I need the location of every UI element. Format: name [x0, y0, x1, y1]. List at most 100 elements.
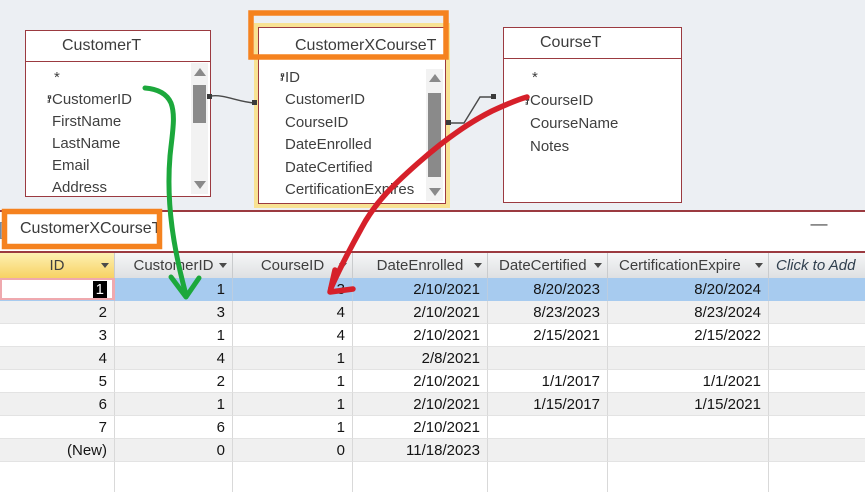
- cell-certification_expires[interactable]: [608, 347, 769, 370]
- cell-id[interactable]: 5: [0, 370, 115, 393]
- click-to-add-cell[interactable]: [769, 416, 865, 439]
- click-to-add-cell[interactable]: [769, 347, 865, 370]
- cell-date_certified[interactable]: 8/20/2023: [488, 278, 608, 301]
- scroll-down-icon[interactable]: [429, 188, 441, 196]
- field-row[interactable]: LastName: [26, 132, 210, 154]
- cell-date_certified[interactable]: 8/23/2023: [488, 301, 608, 324]
- field-row[interactable]: FirstName: [26, 110, 210, 132]
- click-to-add-cell[interactable]: [769, 278, 865, 301]
- cell-id[interactable]: 6: [0, 393, 115, 416]
- scrollbar-thumb[interactable]: [428, 93, 441, 177]
- cell-course_id[interactable]: 1: [233, 416, 353, 439]
- table-row[interactable]: 2 3 4 2/10/2021 8/23/2023 8/23/2024: [0, 301, 865, 324]
- table-row[interactable]: 4 4 1 2/8/2021: [0, 347, 865, 370]
- cell-course_id[interactable]: 0: [233, 439, 353, 462]
- cell-certification_expires[interactable]: [608, 439, 769, 462]
- table-row[interactable]: 1 1 3 2/10/2021 8/20/2023 8/20/2024: [0, 278, 865, 301]
- table-box-CustomerXCourseT[interactable]: CustomerXCourseT ID CustomerID CourseID Date…: [258, 27, 446, 204]
- table-row[interactable]: 5 2 1 2/10/2021 1/1/2017 1/1/2021: [0, 370, 865, 393]
- cell-customer_id[interactable]: 1: [115, 278, 233, 301]
- cell-course_id[interactable]: 1: [233, 393, 353, 416]
- scroll-down-icon[interactable]: [194, 181, 206, 189]
- field-row[interactable]: Notes: [504, 135, 681, 158]
- cell-customer_id[interactable]: 2: [115, 370, 233, 393]
- field-row[interactable]: CertificationExpires: [259, 179, 445, 202]
- cell-date_enrolled[interactable]: 2/10/2021: [353, 278, 488, 301]
- minimize-icon[interactable]: —: [806, 214, 832, 234]
- cell-certification_expires[interactable]: [608, 416, 769, 439]
- column-header-CertificationExpire[interactable]: CertificationExpire: [608, 253, 769, 278]
- table-box-CourseT[interactable]: CourseT * CourseID CourseName Notes: [503, 27, 682, 203]
- cell-customer_id[interactable]: 4: [115, 347, 233, 370]
- table-box-title[interactable]: CustomerXCourseT: [259, 28, 445, 64]
- cell-date_enrolled[interactable]: 11/18/2023: [353, 439, 488, 462]
- column-dropdown-icon[interactable]: [101, 263, 109, 268]
- field-row[interactable]: CourseName: [504, 112, 681, 135]
- click-to-add-cell[interactable]: [769, 324, 865, 347]
- scroll-up-icon[interactable]: [194, 68, 206, 76]
- new-record-row[interactable]: (New) 0 0 11/18/2023: [0, 439, 865, 462]
- cell-course_id[interactable]: 3: [233, 278, 353, 301]
- cell-date_certified[interactable]: 1/1/2017: [488, 370, 608, 393]
- column-header-DateCertified[interactable]: DateCertified: [488, 253, 608, 278]
- cell-course_id[interactable]: 4: [233, 301, 353, 324]
- table-row[interactable]: 6 1 1 2/10/2021 1/15/2017 1/15/2021: [0, 393, 865, 416]
- cell-id[interactable]: 7: [0, 416, 115, 439]
- field-row[interactable]: *: [504, 66, 681, 89]
- cell-date_certified[interactable]: [488, 416, 608, 439]
- relationship-line-customert[interactable]: [210, 94, 256, 104]
- cell-customer_id[interactable]: 3: [115, 301, 233, 324]
- column-header-CustomerID[interactable]: CustomerID: [115, 253, 233, 278]
- field-row[interactable]: DateCertified: [259, 156, 445, 179]
- cell-date_enrolled[interactable]: 2/10/2021: [353, 393, 488, 416]
- cell-id[interactable]: 1: [0, 278, 115, 301]
- cell-date_certified[interactable]: [488, 439, 608, 462]
- cell-id[interactable]: 2: [0, 301, 115, 324]
- scroll-up-icon[interactable]: [429, 74, 441, 82]
- click-to-add-cell[interactable]: [769, 301, 865, 324]
- cell-id[interactable]: (New): [0, 439, 115, 462]
- cell-date_certified[interactable]: 2/15/2021: [488, 324, 608, 347]
- click-to-add-cell[interactable]: [769, 439, 865, 462]
- datasheet-tab-title[interactable]: CustomerXCourseT: [20, 220, 161, 238]
- field-row[interactable]: Address: [26, 176, 210, 198]
- column-dropdown-icon[interactable]: [474, 263, 482, 268]
- scrollbar[interactable]: [426, 69, 443, 201]
- column-header-Click-to-Add[interactable]: Click to Add: [769, 253, 865, 278]
- cell-course_id[interactable]: 4: [233, 324, 353, 347]
- cell-date_enrolled[interactable]: 2/10/2021: [353, 301, 488, 324]
- field-row[interactable]: CourseID: [259, 111, 445, 134]
- cell-date_enrolled[interactable]: 2/10/2021: [353, 324, 488, 347]
- table-box-title[interactable]: CourseT: [504, 28, 681, 59]
- field-row[interactable]: *: [26, 66, 210, 88]
- scrollbar-thumb[interactable]: [193, 85, 206, 123]
- cell-certification_expires[interactable]: 1/1/2021: [608, 370, 769, 393]
- relationship-line-courset[interactable]: [450, 96, 493, 124]
- column-header-CourseID[interactable]: CourseID: [233, 253, 353, 278]
- table-row[interactable]: 3 1 4 2/10/2021 2/15/2021 2/15/2022: [0, 324, 865, 347]
- field-row[interactable]: CustomerID: [259, 89, 445, 112]
- cell-customer_id[interactable]: 6: [115, 416, 233, 439]
- cell-customer_id[interactable]: 1: [115, 324, 233, 347]
- column-dropdown-icon[interactable]: [339, 263, 347, 268]
- cell-course_id[interactable]: 1: [233, 347, 353, 370]
- field-row[interactable]: DateEnrolled: [259, 134, 445, 157]
- click-to-add-cell[interactable]: [769, 393, 865, 416]
- cell-customer_id[interactable]: 0: [115, 439, 233, 462]
- cell-certification_expires[interactable]: 8/23/2024: [608, 301, 769, 324]
- cell-course_id[interactable]: 1: [233, 370, 353, 393]
- cell-date_certified[interactable]: [488, 347, 608, 370]
- cell-date_enrolled[interactable]: 2/10/2021: [353, 370, 488, 393]
- column-header-DateEnrolled[interactable]: DateEnrolled: [353, 253, 488, 278]
- cell-id[interactable]: 4: [0, 347, 115, 370]
- column-header-ID[interactable]: ID: [0, 253, 115, 278]
- column-dropdown-icon[interactable]: [219, 263, 227, 268]
- cell-date_enrolled[interactable]: 2/10/2021: [353, 416, 488, 439]
- cell-certification_expires[interactable]: 8/20/2024: [608, 278, 769, 301]
- cell-date_certified[interactable]: 1/15/2017: [488, 393, 608, 416]
- cell-date_enrolled[interactable]: 2/8/2021: [353, 347, 488, 370]
- scrollbar[interactable]: [191, 63, 208, 194]
- cell-certification_expires[interactable]: 2/15/2022: [608, 324, 769, 347]
- table-box-CustomerT[interactable]: CustomerT * CustomerID FirstName LastName Ema…: [25, 30, 211, 197]
- field-row[interactable]: CourseID: [504, 89, 681, 112]
